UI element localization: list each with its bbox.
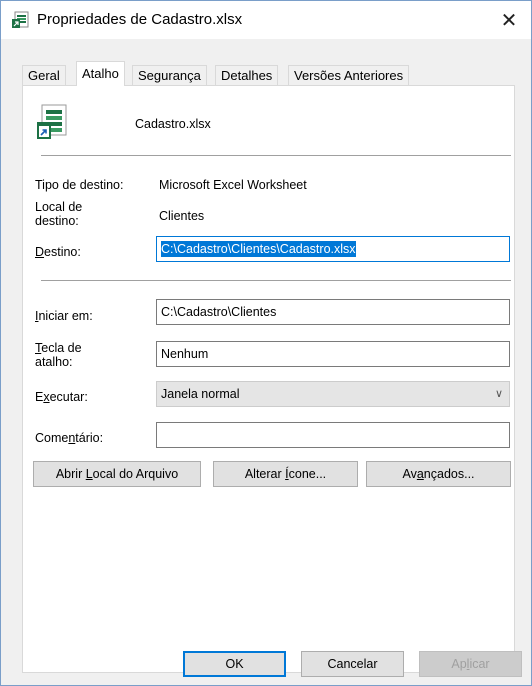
comment-field[interactable] bbox=[156, 422, 510, 448]
target-location-value: Clientes bbox=[159, 209, 205, 223]
change-icon-button[interactable]: Alterar Ícone... bbox=[213, 461, 358, 487]
target-field[interactable]: C:\Cadastro\Clientes\Cadastro.xlsx bbox=[156, 236, 510, 262]
run-select-value: Janela normal bbox=[161, 387, 240, 401]
excel-shortcut-icon bbox=[12, 11, 29, 28]
excel-file-icon bbox=[37, 104, 67, 139]
hotkey-label-line1: Tecla de bbox=[35, 341, 82, 355]
open-file-location-button[interactable]: Abrir Local do Arquivo bbox=[33, 461, 201, 487]
tab-security[interactable]: Segurança bbox=[132, 65, 207, 85]
separator-middle bbox=[41, 280, 511, 281]
tab-details[interactable]: Detalhes bbox=[215, 65, 279, 85]
run-label: Executar: bbox=[35, 390, 88, 404]
start-in-label-rest: niciar em: bbox=[38, 309, 93, 323]
hotkey-label-line2: atalho: bbox=[35, 355, 73, 369]
start-in-label: Iniciar em: bbox=[35, 309, 93, 323]
shortcut-panel: Cadastro.xlsx Tipo de destino: Microsoft… bbox=[22, 85, 515, 673]
dialog-body: Geral Atalho Segurança Detalhes Versões … bbox=[1, 39, 531, 685]
comment-label: Comentário: bbox=[35, 431, 104, 445]
hotkey-label-rest: ecla de bbox=[41, 341, 82, 355]
close-icon: ✕ bbox=[500, 9, 518, 32]
close-button[interactable]: ✕ bbox=[487, 1, 531, 39]
run-select[interactable]: Janela normal ∨ bbox=[156, 381, 510, 407]
title-bar[interactable]: Propriedades de Cadastro.xlsx ✕ bbox=[1, 1, 531, 39]
window-title: Propriedades de Cadastro.xlsx bbox=[37, 11, 243, 28]
run-label-rest: ecutar: bbox=[49, 390, 88, 404]
target-label-rest: estino: bbox=[44, 245, 81, 259]
tab-previous-versions[interactable]: Versões Anteriores bbox=[288, 65, 410, 85]
file-name: Cadastro.xlsx bbox=[135, 117, 211, 131]
target-value-selected: C:\Cadastro\Clientes\Cadastro.xlsx bbox=[161, 241, 356, 257]
target-label: Destino: bbox=[35, 245, 81, 259]
comment-label-rest: tário: bbox=[75, 431, 104, 445]
tab-shortcut[interactable]: Atalho bbox=[76, 61, 125, 86]
tab-general[interactable]: Geral bbox=[22, 65, 66, 85]
advanced-button[interactable]: Avançados... bbox=[366, 461, 511, 487]
start-in-field[interactable]: C:\Cadastro\Clientes bbox=[156, 299, 510, 325]
separator-top bbox=[41, 155, 511, 156]
ok-button[interactable]: OK bbox=[183, 651, 286, 677]
cancel-button[interactable]: Cancelar bbox=[301, 651, 404, 677]
target-type-label: Tipo de destino: bbox=[35, 178, 124, 192]
target-location-label-line1: Local de bbox=[35, 200, 83, 214]
target-type-value: Microsoft Excel Worksheet bbox=[159, 178, 307, 192]
properties-window: Propriedades de Cadastro.xlsx ✕ Geral At… bbox=[0, 0, 532, 686]
chevron-down-icon: ∨ bbox=[494, 388, 503, 400]
hotkey-field[interactable]: Nenhum bbox=[156, 341, 510, 367]
apply-button[interactable]: Aplicar bbox=[419, 651, 522, 677]
target-location-label-line2: destino: bbox=[35, 214, 79, 228]
